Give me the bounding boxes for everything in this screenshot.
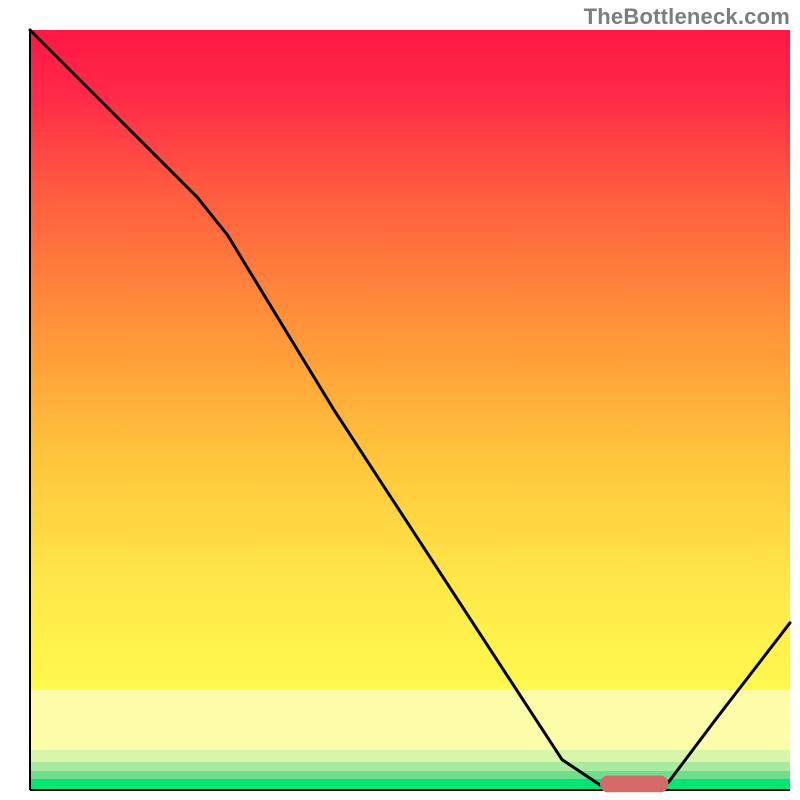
watermark-text: TheBottleneck.com xyxy=(584,4,790,30)
band-green-1 xyxy=(30,750,790,762)
chart-container: TheBottleneck.com xyxy=(0,0,800,800)
band-green-2 xyxy=(30,762,790,771)
band-pale-yellow xyxy=(30,690,790,750)
trough-marker xyxy=(600,776,668,793)
gradient-body xyxy=(30,30,790,690)
chart-svg xyxy=(0,0,800,800)
band-green-bottom xyxy=(30,779,790,790)
